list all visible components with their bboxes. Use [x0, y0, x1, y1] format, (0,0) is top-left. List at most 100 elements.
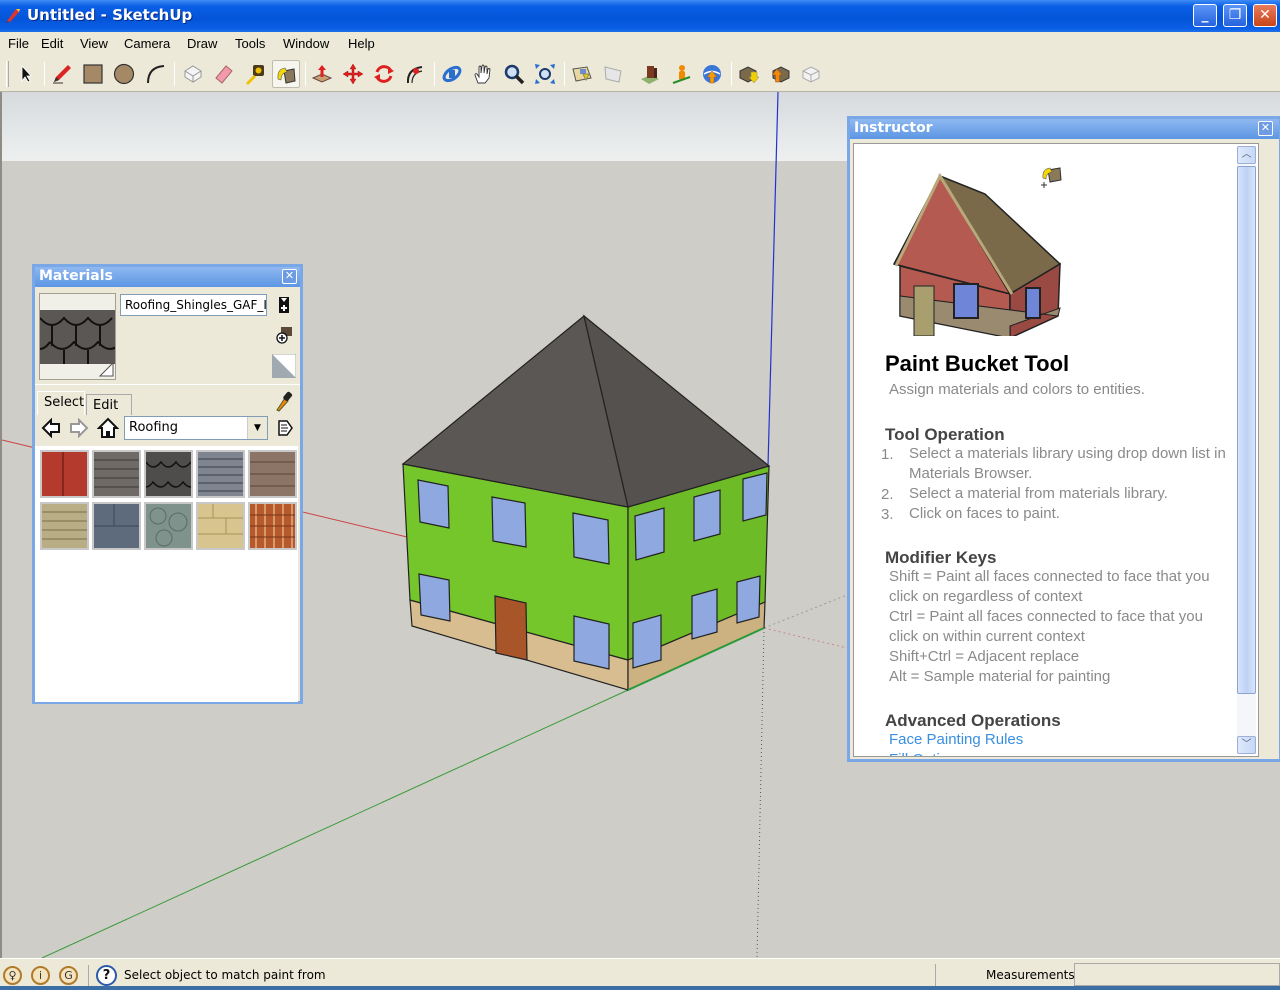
material-swatch[interactable]: [92, 502, 141, 550]
toggle-terrain-button[interactable]: [599, 60, 627, 88]
default-material-icon: [271, 353, 297, 379]
follow-me-icon: [406, 66, 423, 84]
share-component-button[interactable]: [735, 60, 763, 88]
rotate-tool-button[interactable]: [370, 60, 398, 88]
help-icon[interactable]: ?: [96, 965, 117, 986]
push-pull-tool-button[interactable]: [308, 60, 336, 88]
window[interactable]: [573, 615, 610, 670]
measurements-input[interactable]: [1074, 963, 1280, 986]
library-dropdown[interactable]: Roofing ▼: [124, 416, 268, 440]
get-current-view-button[interactable]: [568, 60, 596, 88]
forward-button[interactable]: [69, 417, 89, 439]
step-number: 2.: [881, 486, 894, 503]
minimize-icon: _: [1201, 7, 1209, 23]
move-tool-button[interactable]: [339, 60, 367, 88]
menu-view[interactable]: View: [80, 36, 108, 51]
toolbar-separator: [44, 62, 45, 86]
chevron-down-icon: ﹀: [1241, 739, 1252, 750]
instructor-close-button[interactable]: ✕: [1258, 121, 1273, 136]
window[interactable]: [417, 479, 450, 529]
follow-me-tool-button[interactable]: [401, 60, 429, 88]
component-icon: [184, 65, 202, 83]
material-swatch[interactable]: [138, 450, 199, 498]
window[interactable]: [632, 614, 662, 669]
material-swatch[interactable]: [248, 450, 297, 498]
material-swatch[interactable]: [92, 450, 141, 498]
details-button[interactable]: [277, 419, 293, 437]
material-swatch[interactable]: [144, 502, 193, 550]
menu-draw[interactable]: Draw: [187, 36, 217, 51]
window[interactable]: [491, 496, 527, 548]
in-model-home-button[interactable]: [96, 417, 120, 439]
menu-edit[interactable]: Edit: [41, 36, 63, 51]
instructor-panel-titlebar[interactable]: Instructor ✕: [850, 119, 1279, 139]
fill-options-link[interactable]: Fill Options: [889, 751, 964, 756]
material-swatch[interactable]: [248, 502, 297, 550]
toolbar-grip[interactable]: [6, 61, 9, 87]
rectangle-tool-button[interactable]: [79, 60, 107, 88]
close-button[interactable]: ✕: [1253, 4, 1277, 27]
window[interactable]: [572, 512, 610, 565]
menu-tools[interactable]: Tools: [235, 36, 265, 51]
display-secondary-selection-pane-button[interactable]: [275, 295, 293, 315]
orbit-tool-button[interactable]: [438, 60, 466, 88]
get-models-button[interactable]: [667, 60, 695, 88]
share-model-button[interactable]: [698, 60, 726, 88]
make-component-button[interactable]: [179, 60, 207, 88]
restore-button[interactable]: ❐: [1223, 4, 1247, 27]
window[interactable]: [691, 588, 718, 640]
eraser-tool-button[interactable]: [210, 60, 238, 88]
window[interactable]: [693, 489, 721, 542]
pan-tool-button[interactable]: [469, 60, 497, 88]
zoom-tool-button[interactable]: [500, 60, 528, 88]
status-message: Select object to match paint from: [124, 968, 326, 982]
materials-close-button[interactable]: ✕: [282, 269, 297, 284]
modifier-alt: Alt = Sample material for painting: [889, 668, 1111, 685]
menu-window[interactable]: Window: [283, 36, 329, 51]
material-swatch[interactable]: [196, 502, 245, 550]
material-name-field[interactable]: Roofing_Shingles_GAF_I: [120, 294, 267, 316]
tab-edit[interactable]: Edit: [86, 394, 132, 415]
circle-tool-button[interactable]: [110, 60, 138, 88]
instructor-scrollbar[interactable]: ︿ ﹀: [1237, 146, 1256, 754]
door[interactable]: [494, 595, 528, 661]
face-painting-rules-link[interactable]: Face Painting Rules: [889, 731, 1023, 748]
paint-bucket-tool-button[interactable]: [272, 60, 300, 88]
tab-select[interactable]: Select: [37, 391, 85, 415]
google-account-icon[interactable]: G: [59, 966, 78, 985]
place-model-button[interactable]: [636, 60, 664, 88]
zoom-extents-tool-button[interactable]: [531, 60, 559, 88]
dynamic-components-button[interactable]: [797, 60, 825, 88]
back-button[interactable]: [41, 417, 61, 439]
window[interactable]: [736, 575, 761, 624]
minimize-button[interactable]: _: [1193, 4, 1217, 27]
sample-paint-button[interactable]: [275, 390, 293, 412]
line-tool-button[interactable]: [48, 60, 76, 88]
default-material-button[interactable]: [271, 353, 297, 379]
create-material-button[interactable]: [275, 325, 293, 345]
get-models-icon: [672, 65, 691, 84]
window[interactable]: [742, 472, 768, 522]
chevron-down-icon[interactable]: ▼: [247, 417, 267, 439]
credits-icon[interactable]: i: [31, 966, 50, 985]
menu-file[interactable]: File: [8, 36, 29, 51]
spanish-tile-thumbnail: [250, 504, 295, 548]
menu-help[interactable]: Help: [348, 36, 375, 51]
rectangle-icon: [83, 64, 103, 84]
scrollbar-thumb[interactable]: [1237, 166, 1256, 694]
select-tool-button[interactable]: [12, 60, 40, 88]
material-swatch[interactable]: [40, 450, 89, 498]
upload-component-button[interactable]: [766, 60, 794, 88]
material-swatch[interactable]: [40, 502, 89, 550]
material-swatch[interactable]: [196, 450, 245, 498]
geo-location-icon[interactable]: ♀: [3, 966, 22, 985]
scroll-up-button[interactable]: ︿: [1237, 146, 1256, 164]
drawing-canvas[interactable]: Materials ✕ Roofing_Shingles_GAF_I Selec…: [0, 92, 1280, 958]
window[interactable]: [418, 573, 451, 622]
tape-measure-tool-button[interactable]: [241, 60, 269, 88]
scroll-down-button[interactable]: ﹀: [1237, 736, 1256, 754]
arc-tool-button[interactable]: [141, 60, 169, 88]
menu-camera[interactable]: Camera: [124, 36, 170, 51]
materials-panel-titlebar[interactable]: Materials ✕: [35, 267, 300, 287]
window[interactable]: [634, 507, 665, 561]
